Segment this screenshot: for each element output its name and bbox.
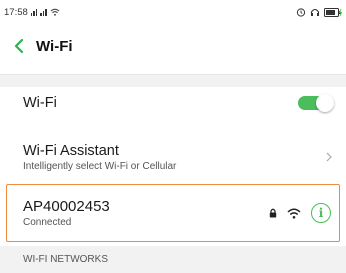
page-title: Wi-Fi bbox=[36, 37, 73, 55]
wifi-icon bbox=[50, 8, 60, 16]
signal-icon bbox=[30, 8, 38, 16]
back-button[interactable] bbox=[8, 31, 30, 61]
assistant-description: Intelligently select Wi-Fi or Cellular bbox=[23, 160, 177, 172]
alarm-icon bbox=[296, 8, 306, 17]
section-divider bbox=[0, 74, 346, 87]
signal-icon bbox=[40, 8, 47, 16]
wifi-toggle-row[interactable]: Wi-Fi bbox=[0, 87, 346, 119]
network-ssid: AP40002453 bbox=[23, 198, 110, 215]
assistant-row-text: Wi-Fi Assistant Intelligently select Wi-… bbox=[23, 143, 326, 172]
assistant-label: Wi-Fi Assistant bbox=[23, 142, 119, 159]
network-status: Connected bbox=[23, 217, 72, 228]
chevron-left-icon bbox=[14, 38, 24, 54]
status-left: 17:58 bbox=[4, 7, 60, 18]
nav-bar: Wi-Fi bbox=[0, 28, 346, 64]
wifi-label: Wi-Fi bbox=[23, 95, 57, 111]
wifi-assistant-row[interactable]: Wi-Fi Assistant Intelligently select Wi-… bbox=[0, 136, 346, 178]
headphones-icon bbox=[310, 8, 320, 16]
connected-network-row[interactable]: AP40002453 Connected i bbox=[6, 184, 340, 242]
status-time: 17:58 bbox=[4, 6, 28, 18]
status-right bbox=[296, 7, 342, 17]
battery-icon bbox=[324, 7, 342, 17]
network-icons: i bbox=[269, 203, 331, 223]
status-bar: 17:58 bbox=[0, 0, 346, 24]
toggle-knob bbox=[316, 94, 334, 112]
lock-icon bbox=[269, 208, 277, 218]
info-icon[interactable]: i bbox=[311, 203, 331, 223]
wifi-row-text: Wi-Fi bbox=[23, 95, 298, 111]
section-header: WI-FI NETWORKS bbox=[0, 246, 346, 273]
network-row-text: AP40002453 Connected bbox=[23, 198, 269, 228]
wifi-signal-icon bbox=[287, 208, 301, 219]
chevron-right-icon bbox=[326, 152, 332, 162]
wifi-toggle[interactable] bbox=[298, 94, 334, 112]
